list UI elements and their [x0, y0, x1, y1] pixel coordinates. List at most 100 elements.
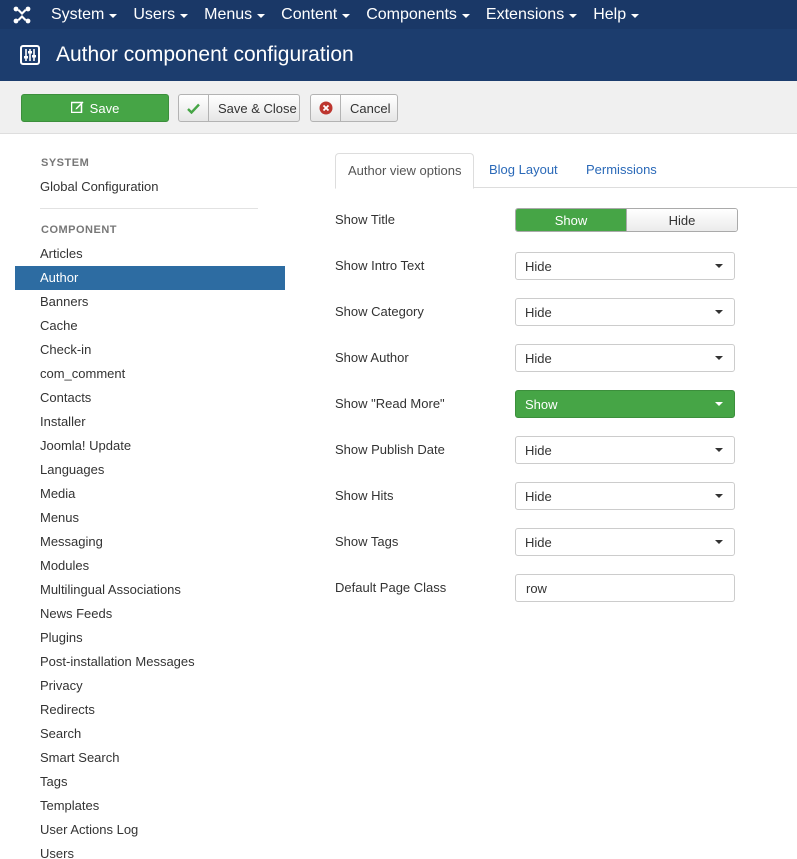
show-tags-select[interactable]: Hide — [515, 528, 735, 556]
save-label: Save — [89, 100, 120, 116]
edit-icon — [70, 100, 84, 116]
sidebar-item-cache[interactable]: Cache — [15, 314, 285, 338]
checkmark-icon — [179, 95, 209, 121]
sidebar-item-user-actions-log[interactable]: User Actions Log — [15, 818, 285, 842]
show-intro-text-label: Show Intro Text — [335, 258, 425, 273]
show-title-show-option[interactable]: Show — [516, 209, 626, 231]
caret-down-icon — [715, 264, 723, 268]
page-title: Author component configuration — [56, 43, 354, 66]
sidebar-item-multilingual-associations[interactable]: Multilingual Associations — [15, 578, 285, 602]
joomla-logo-icon[interactable] — [0, 0, 44, 29]
select-value: Hide — [525, 258, 552, 274]
sidebar-item-users[interactable]: Users — [15, 842, 285, 859]
sidebar-item-languages[interactable]: Languages — [15, 458, 285, 482]
save-close-button[interactable]: Save & Close — [178, 94, 300, 122]
menu-system[interactable]: System — [44, 0, 126, 29]
select-value: Hide — [525, 442, 552, 458]
sidebar-item-templates[interactable]: Templates — [15, 794, 285, 818]
sidebar-item-installer[interactable]: Installer — [15, 410, 285, 434]
caret-down-icon — [631, 13, 640, 18]
show-author-label: Show Author — [335, 350, 409, 365]
show-hits-label: Show Hits — [335, 488, 394, 503]
menu-label: System — [51, 5, 105, 23]
sidebar-item-menus[interactable]: Menus — [15, 506, 285, 530]
menu-content[interactable]: Content — [274, 0, 359, 29]
show-publish-date-label: Show Publish Date — [335, 442, 445, 457]
menu-label: Content — [281, 5, 338, 23]
caret-down-icon — [715, 540, 723, 544]
top-navbar: System Users Menus Content Components Ex… — [0, 0, 797, 29]
show-title-hide-option[interactable]: Hide — [626, 209, 737, 231]
sidebar-item-joomla-update[interactable]: Joomla! Update — [15, 434, 285, 458]
select-value: Hide — [525, 304, 552, 320]
show-hits-select[interactable]: Hide — [515, 482, 735, 510]
sidebar-item-search[interactable]: Search — [15, 722, 285, 746]
caret-down-icon — [569, 13, 578, 18]
sidebar-item-post-installation-messages[interactable]: Post-installation Messages — [15, 650, 285, 674]
sidebar-divider — [40, 208, 258, 209]
show-category-label: Show Category — [335, 304, 424, 319]
cancel-icon — [311, 95, 341, 121]
sidebar-item-messaging[interactable]: Messaging — [15, 530, 285, 554]
select-value: Hide — [525, 534, 552, 550]
menu-label: Menus — [204, 5, 253, 23]
sidebar-item-smart-search[interactable]: Smart Search — [15, 746, 285, 770]
menu-label: Extensions — [485, 5, 565, 23]
show-category-select[interactable]: Hide — [515, 298, 735, 326]
tab-permissions[interactable]: Permissions — [574, 153, 669, 188]
show-publish-date-select[interactable]: Hide — [515, 436, 735, 464]
menu-label: Users — [133, 5, 176, 23]
caret-down-icon — [257, 13, 266, 18]
show-read-more-select[interactable]: Show — [515, 390, 735, 418]
default-page-class-label: Default Page Class — [335, 580, 447, 595]
show-intro-text-select[interactable]: Hide — [515, 252, 735, 280]
caret-down-icon — [715, 494, 723, 498]
cancel-label: Cancel — [350, 100, 391, 116]
sidebar-item-global-configuration[interactable]: Global Configuration — [15, 175, 285, 199]
select-value: Hide — [525, 488, 552, 504]
tab-bar: Author view options Blog Layout Permissi… — [335, 153, 797, 189]
menu-components[interactable]: Components — [359, 0, 479, 29]
default-page-class-input[interactable] — [515, 574, 735, 602]
tab-author-view-options[interactable]: Author view options — [335, 153, 475, 189]
caret-down-icon — [715, 402, 723, 406]
tab-blog-layout[interactable]: Blog Layout — [477, 153, 570, 188]
sidebar-item-media[interactable]: Media — [15, 482, 285, 506]
toolbar: Save Save & Close Cancel — [0, 81, 797, 134]
select-value: Hide — [525, 350, 552, 366]
save-close-label: Save & Close — [218, 100, 297, 116]
sidebar-item-news-feeds[interactable]: News Feeds — [15, 602, 285, 626]
menu-extensions[interactable]: Extensions — [479, 0, 586, 29]
sidebar-item-com-comment[interactable]: com_comment — [15, 362, 285, 386]
sidebar-item-articles[interactable]: Articles — [15, 242, 285, 266]
caret-down-icon — [342, 13, 351, 18]
equalizer-icon — [0, 45, 60, 65]
sidebar-item-check-in[interactable]: Check-in — [15, 338, 285, 362]
show-read-more-label: Show "Read More" — [335, 396, 445, 411]
menu-help[interactable]: Help — [586, 0, 648, 29]
sidebar-item-privacy[interactable]: Privacy — [15, 674, 285, 698]
caret-down-icon — [715, 356, 723, 360]
caret-down-icon — [715, 310, 723, 314]
caret-down-icon — [715, 448, 723, 452]
page-header: Author component configuration — [0, 29, 797, 81]
sidebar-item-contacts[interactable]: Contacts — [15, 386, 285, 410]
cancel-button[interactable]: Cancel — [310, 94, 398, 122]
caret-down-icon — [180, 13, 189, 18]
show-title-toggle: Show Hide — [515, 208, 738, 232]
menu-label: Components — [366, 5, 457, 23]
show-author-select[interactable]: Hide — [515, 344, 735, 372]
menu-label: Help — [593, 5, 627, 23]
sidebar-item-author[interactable]: Author — [15, 266, 285, 290]
caret-down-icon — [461, 13, 470, 18]
sidebar-item-tags[interactable]: Tags — [15, 770, 285, 794]
show-tags-label: Show Tags — [335, 534, 399, 549]
save-button[interactable]: Save — [21, 94, 169, 122]
show-title-label: Show Title — [335, 212, 395, 227]
menu-menus[interactable]: Menus — [197, 0, 274, 29]
sidebar-item-plugins[interactable]: Plugins — [15, 626, 285, 650]
sidebar-item-redirects[interactable]: Redirects — [15, 698, 285, 722]
sidebar-item-banners[interactable]: Banners — [15, 290, 285, 314]
menu-users[interactable]: Users — [126, 0, 197, 29]
sidebar-item-modules[interactable]: Modules — [15, 554, 285, 578]
